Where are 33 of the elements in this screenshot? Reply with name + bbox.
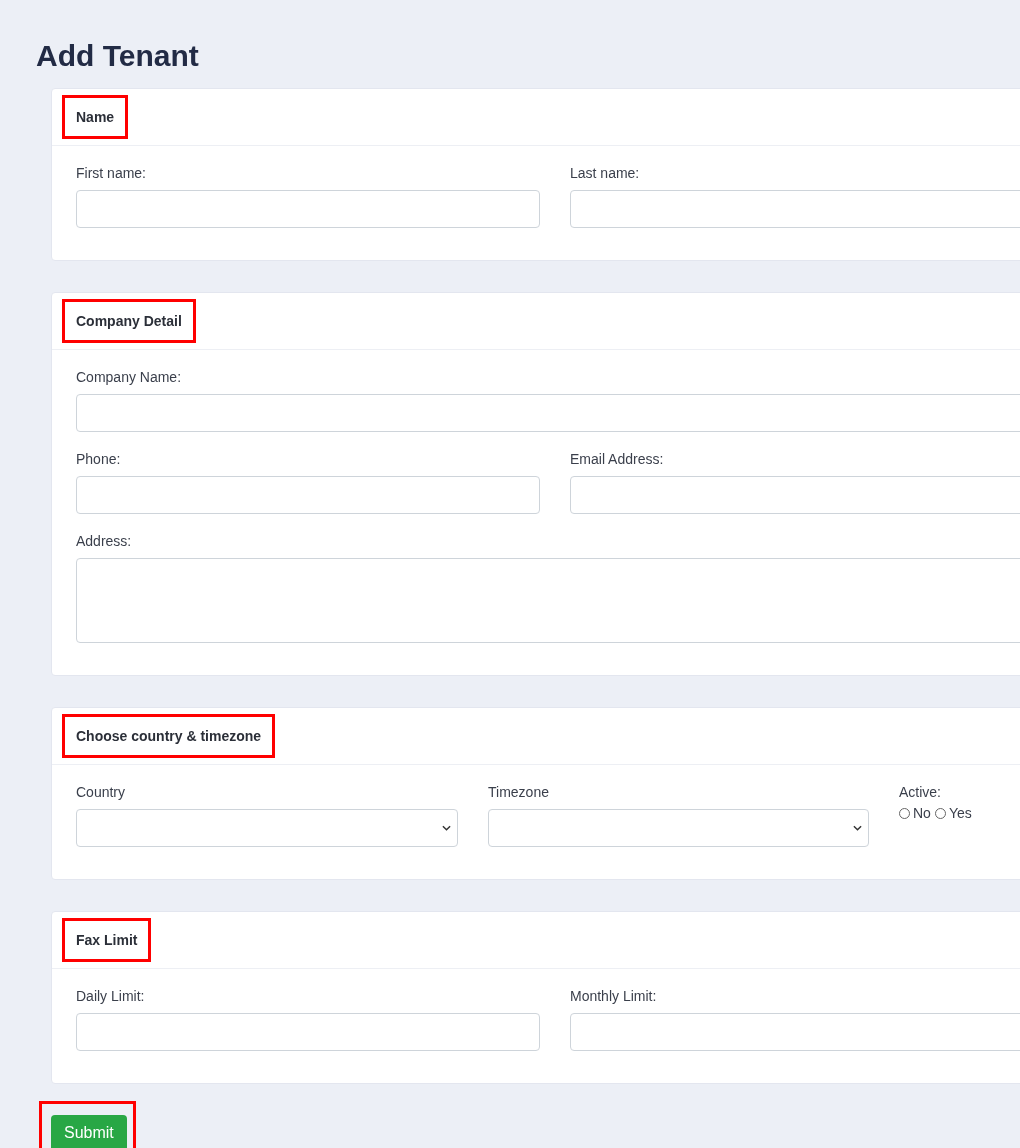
select-field[interactable] bbox=[488, 809, 869, 847]
input-field[interactable] bbox=[570, 190, 1020, 228]
input-field[interactable] bbox=[570, 476, 1020, 514]
field-label: Address: bbox=[76, 532, 132, 550]
section-title: Choose country & timezone bbox=[76, 728, 262, 744]
radio-label: No bbox=[913, 805, 931, 821]
input-field[interactable] bbox=[570, 1013, 1020, 1051]
field-label: Timezone bbox=[488, 783, 549, 801]
field-label: Active: bbox=[899, 783, 941, 801]
submit-button[interactable]: Submit bbox=[51, 1115, 127, 1148]
select-field[interactable] bbox=[76, 809, 458, 847]
textarea-field[interactable] bbox=[76, 558, 1020, 643]
radio-label: Yes bbox=[948, 805, 972, 821]
chevron-down-icon bbox=[442, 825, 451, 831]
field-label: First name: bbox=[76, 164, 146, 182]
input-field[interactable] bbox=[76, 476, 540, 514]
chevron-down-icon bbox=[853, 825, 862, 831]
field-label: Last name: bbox=[570, 164, 640, 182]
radio-button[interactable] bbox=[899, 807, 910, 819]
section-title: Company Detail bbox=[76, 313, 182, 329]
page-title: Add Tenant bbox=[36, 38, 200, 74]
radio-button[interactable] bbox=[934, 807, 946, 819]
section-title: Fax Limit bbox=[76, 932, 138, 948]
field-label: Company Name: bbox=[76, 368, 182, 386]
section-title: Name bbox=[76, 109, 115, 125]
input-field[interactable] bbox=[76, 1013, 540, 1051]
field-label: Country bbox=[76, 783, 126, 801]
input-field[interactable] bbox=[76, 394, 1020, 432]
field-label: Phone: bbox=[76, 450, 121, 468]
field-label: Email Address: bbox=[570, 450, 664, 468]
field-label: Daily Limit: bbox=[76, 987, 145, 1005]
input-field[interactable] bbox=[76, 190, 540, 228]
field-label: Monthly Limit: bbox=[570, 987, 657, 1005]
